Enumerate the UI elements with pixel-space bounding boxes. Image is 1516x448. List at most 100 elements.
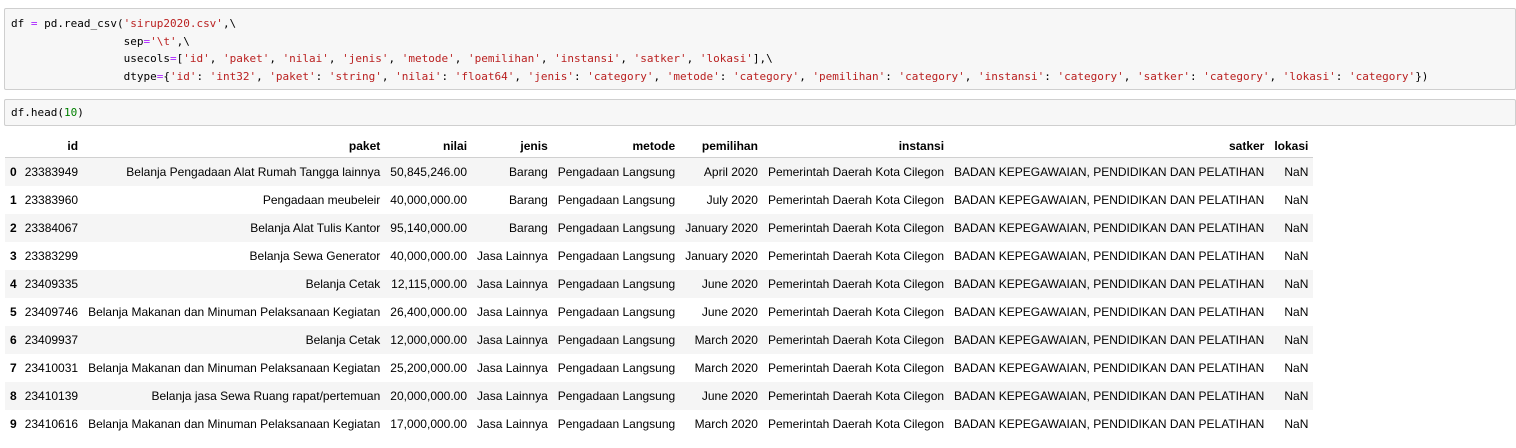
string-token: 'jenis' <box>342 52 389 65</box>
table-row: 0 23383949 Belanja Pengadaan Alat Rumah Ta… <box>5 157 1314 186</box>
code-token: sep <box>11 34 144 48</box>
cell-pemilihan: July 2020 <box>706 193 758 207</box>
table-row: 9 23410616 Belanja Makanan dan Minuman Pel… <box>5 410 1314 438</box>
string-token: 'paket' <box>269 69 316 83</box>
string-token: 'float64' <box>454 69 515 83</box>
string-token: 'id' <box>183 52 210 65</box>
cell-nilai: 25,200,000.00 <box>390 361 468 375</box>
cell-pemilihan: June 2020 <box>701 389 758 403</box>
cell-instansi: Pemerintah Daerah Kota Cilegon <box>767 305 945 319</box>
cell-instansi: Pemerintah Daerah Kota Cilegon <box>767 361 945 375</box>
code-token: : <box>573 69 588 83</box>
table-row: 4 23409335 Belanja Cetak 12,115,000.00 Jasa … <box>5 270 1314 298</box>
code-line-usecols: usecols=['id', 'paket', 'nilai', 'jenis'… <box>11 52 773 65</box>
cell-metode: Pengadaan Langsung <box>557 249 676 263</box>
cell-paket: Belanja Pengadaan Alat Rumah Tangga lain… <box>126 165 381 179</box>
cell-pemilihan: April 2020 <box>703 165 758 179</box>
table-row: 6 23409937 Belanja Cetak 12,000,000.00 Jasa … <box>5 326 1314 354</box>
code-token: pd.read_csv( <box>37 17 124 30</box>
code-token: ) <box>77 106 84 119</box>
cell-jenis: Jasa Lainnya <box>477 389 548 403</box>
string-token: 'category' <box>1057 69 1124 83</box>
cell-nilai: 40,000,000.00 <box>390 249 468 263</box>
cell-pemilihan: June 2020 <box>701 277 758 291</box>
string-token: 'int32' <box>209 69 257 83</box>
cell-jenis: Barang <box>509 193 548 207</box>
operator-token: = <box>30 17 38 30</box>
code-cell-read-csv[interactable]: df = pd.read_csv('sirup2020.csv',\ sep='… <box>4 8 1516 90</box>
cell-lokasi: NaN <box>1284 333 1309 347</box>
cell-paket: Belanja Alat Tulis Kantor <box>250 221 381 235</box>
cell-instansi: Pemerintah Daerah Kota Cilegon <box>767 333 945 347</box>
cell-id: 23383960 <box>24 193 79 207</box>
cell-nilai: 40,000,000.00 <box>390 193 468 207</box>
row-index: 8 <box>10 389 17 403</box>
dataframe-output: id paket nilai jenis metode pemilihan instansi… <box>5 135 1314 438</box>
cell-instansi: Pemerintah Daerah Kota Cilegon <box>767 389 945 403</box>
cell-satker: BADAN KEPEGAWAIAN, PENDIDIKAN DAN PELATI… <box>954 417 1265 431</box>
table-row: 8 23410139 Belanja jasa Sewa Ruang rapat/p… <box>5 382 1314 410</box>
cell-satker: BADAN KEPEGAWAIAN, PENDIDIKAN DAN PELATI… <box>954 249 1265 263</box>
code-editor[interactable]: df = pd.read_csv('sirup2020.csv',\ sep='… <box>11 15 1428 85</box>
string-token: 'string' <box>328 69 382 83</box>
cell-nilai: 95,140,000.00 <box>390 221 468 235</box>
string-token: 'nilai' <box>282 52 329 65</box>
row-index: 7 <box>10 361 17 375</box>
cell-jenis: Jasa Lainnya <box>477 277 548 291</box>
cell-nilai: 12,000,000.00 <box>390 333 468 347</box>
code-token: dtype <box>11 69 157 83</box>
column-header-pemilihan: pemilihan <box>680 135 763 158</box>
string-token: 'category' <box>732 69 800 83</box>
cell-id: 23383949 <box>24 165 79 179</box>
cell-satker: BADAN KEPEGAWAIAN, PENDIDIKAN DAN PELATI… <box>954 389 1265 403</box>
code-token: , <box>653 69 667 83</box>
cell-satker: BADAN KEPEGAWAIAN, PENDIDIKAN DAN PELATI… <box>954 277 1265 291</box>
cell-satker: BADAN KEPEGAWAIAN, PENDIDIKAN DAN PELATI… <box>954 333 1265 347</box>
cell-paket: Pengadaan meubeleir <box>262 193 381 207</box>
code-token: , <box>514 69 528 83</box>
cell-id: 23409746 <box>24 305 79 319</box>
row-index: 1 <box>10 193 17 207</box>
code-token: : <box>1335 69 1349 83</box>
cell-metode: Pengadaan Langsung <box>557 277 676 291</box>
string-token: 'category' <box>1348 69 1416 83</box>
cell-metode: Pengadaan Langsung <box>557 417 676 431</box>
code-token: df.head( <box>11 106 64 119</box>
cell-id: 23409335 <box>24 277 79 291</box>
code-cell-head[interactable]: df.head(10) <box>4 99 1516 126</box>
string-token: 'instansi' <box>978 69 1045 83</box>
cell-satker: BADAN KEPEGAWAIAN, PENDIDIKAN DAN PELATI… <box>954 305 1265 319</box>
cell-paket: Belanja Makanan dan Minuman Pelaksanaan … <box>88 305 381 319</box>
cell-jenis: Barang <box>509 221 548 235</box>
cell-pemilihan: June 2020 <box>701 305 758 319</box>
cell-jenis: Jasa Lainnya <box>477 249 548 263</box>
string-token: 'category' <box>587 69 654 83</box>
cell-paket: Belanja Cetak <box>305 333 381 347</box>
code-token: ,\ <box>222 17 237 30</box>
code-token: , <box>964 69 979 83</box>
cell-metode: Pengadaan Langsung <box>557 333 676 347</box>
cell-lokasi: NaN <box>1284 361 1309 375</box>
code-token: : <box>1044 69 1058 83</box>
column-header-satker: satker <box>949 135 1270 158</box>
cell-metode: Pengadaan Langsung <box>557 221 676 235</box>
code-editor[interactable]: df.head(10) <box>11 104 84 122</box>
column-header-lokasi: lokasi <box>1269 135 1314 158</box>
code-token: , <box>620 52 634 65</box>
cell-pemilihan: January 2020 <box>685 221 758 235</box>
string-token: 'paket' <box>222 52 270 65</box>
cell-jenis: Jasa Lainnya <box>477 361 548 375</box>
string-token: 'pemilihan' <box>468 52 541 65</box>
string-token: 'category' <box>1203 69 1270 83</box>
cell-lokasi: NaN <box>1284 277 1309 291</box>
table-header-row: id paket nilai jenis metode pemilihan instansi… <box>5 135 1314 158</box>
cell-instansi: Pemerintah Daerah Kota Cilegon <box>767 193 945 207</box>
code-token: ,\ <box>176 34 190 48</box>
column-header-metode: metode <box>552 135 681 158</box>
column-header-jenis: jenis <box>472 135 553 158</box>
code-token: : <box>1189 69 1204 83</box>
string-token: 'satker' <box>633 52 687 65</box>
code-token: , <box>686 52 700 65</box>
table-body: 0 23383949 Belanja Pengadaan Alat Rumah Ta… <box>5 157 1314 438</box>
string-token: 'satker' <box>1137 69 1190 83</box>
